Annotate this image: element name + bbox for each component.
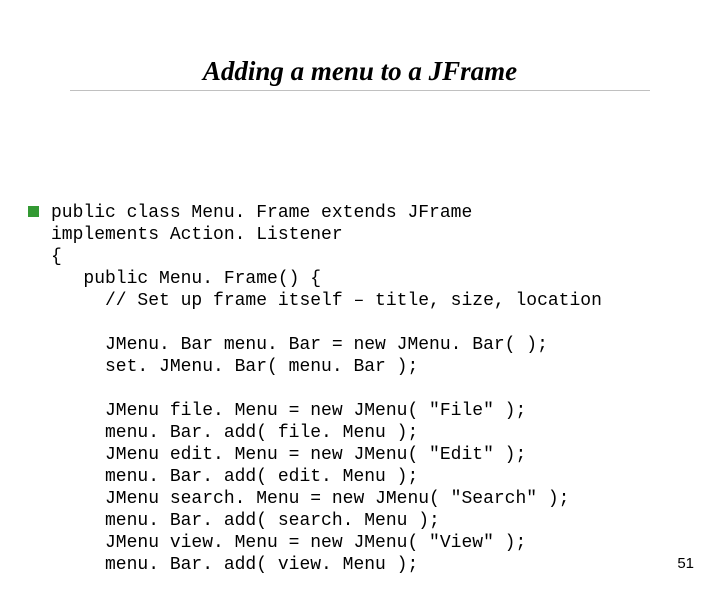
bullet-icon [28,206,39,217]
code-block: public class Menu. Frame extends JFrame … [51,202,602,576]
page-number: 51 [677,555,694,572]
slide-title: Adding a menu to a JFrame [0,56,720,87]
title-underline [70,90,650,91]
